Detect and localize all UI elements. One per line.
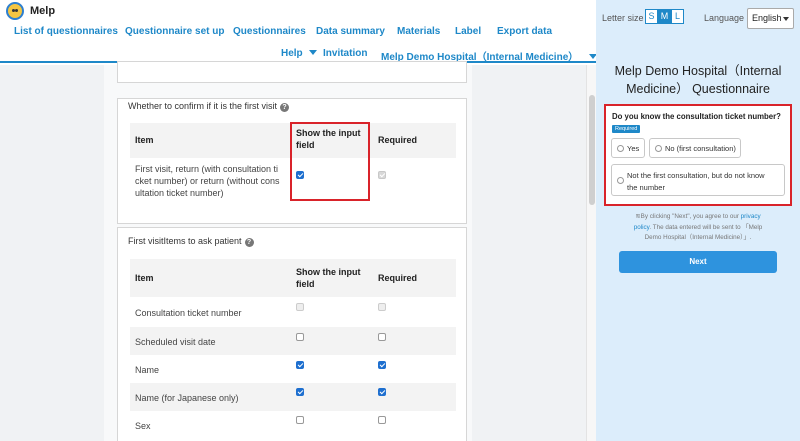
nav-questionnaires[interactable]: Questionnaires xyxy=(233,26,306,37)
chevron-down-icon xyxy=(589,54,596,59)
questionnaire-preview: Letter size S M L Language English Melp … xyxy=(596,0,800,441)
row-label: Sex xyxy=(135,421,151,431)
required-checkbox[interactable] xyxy=(378,361,386,369)
col-required-header: Required xyxy=(378,135,418,145)
settings-content: Whether to confirm if it is the first vi… xyxy=(104,61,472,441)
first-visit-row-label: First visit, return (with consultation t… xyxy=(135,163,280,199)
brand-name: Melp xyxy=(30,5,56,17)
language-value: English xyxy=(752,13,782,23)
row-label: Consultation ticket number xyxy=(135,308,242,318)
first-visit-row-label-line1: First visit, return (with consultation t… xyxy=(135,164,279,174)
required-checkbox xyxy=(378,171,386,179)
show-input-checkbox[interactable] xyxy=(296,416,304,424)
patient-items-card: First visitItems to ask patient? Item Sh… xyxy=(117,227,467,441)
nav-materials[interactable]: Materials xyxy=(397,26,440,37)
scrollbar[interactable] xyxy=(586,65,596,441)
first-visit-title-text: Whether to confirm if it is the first vi… xyxy=(128,101,278,111)
help-icon[interactable]: ? xyxy=(244,238,254,247)
nav-help-label: Help xyxy=(281,48,303,59)
preview-title-line1: Melp Demo Hospital（Internal xyxy=(614,64,782,78)
letter-size-label: Letter size xyxy=(602,13,644,23)
scrollbar-thumb[interactable] xyxy=(589,95,595,205)
row-label: Name (for Japanese only) xyxy=(135,393,239,403)
privacy-policy-link[interactable]: privacy xyxy=(741,213,761,220)
privacy-policy-link-cont[interactable]: policy xyxy=(634,224,650,231)
nav-export-data[interactable]: Export data xyxy=(497,26,552,37)
top-navigation-bar: Melp List of questionnaires Questionnair… xyxy=(0,0,596,63)
consent-line3: Demo Hospital（Internal Medicine）」. xyxy=(644,234,752,241)
required-badge: Required xyxy=(612,125,641,133)
melp-logo-icon xyxy=(6,2,24,20)
consent-line2: . The data entered will be sent to 「Melp xyxy=(649,223,763,231)
preview-title: Melp Demo Hospital（Internal Medicine） Qu… xyxy=(604,62,792,98)
patient-items-title-text: First visitItems to ask patient xyxy=(128,236,242,246)
option-not-first-unknown-number[interactable]: Not the first consultation, but do not k… xyxy=(611,164,785,196)
option-no-first-consultation[interactable]: No (first consultation) xyxy=(649,138,741,158)
row-label: Name xyxy=(135,365,160,375)
show-input-checkbox xyxy=(296,303,304,311)
option-not-first-label-line1: Not the first consultation, but do not k… xyxy=(627,171,765,180)
preview-title-line2: Medicine） Questionnaire xyxy=(626,82,770,96)
show-input-checkbox[interactable] xyxy=(296,333,304,341)
first-visit-row-label-line2: cket number) or return (without cons xyxy=(135,176,280,186)
nav-invitation[interactable]: Invitation xyxy=(323,48,367,59)
required-checkbox[interactable] xyxy=(378,416,386,424)
radio-icon xyxy=(617,145,624,152)
preview-toolbar: Letter size S M L Language English xyxy=(596,0,800,34)
first-visit-row-label-line3: ultation ticket number) xyxy=(135,188,224,198)
first-visit-card: Whether to confirm if it is the first vi… xyxy=(117,98,467,224)
size-large-button[interactable]: L xyxy=(671,9,684,24)
brand[interactable]: Melp xyxy=(6,2,55,20)
help-icon[interactable]: ? xyxy=(280,103,290,112)
col-required-header: Required xyxy=(378,273,418,283)
col-item-header: Item xyxy=(135,135,154,145)
question-box: Do you know the consultation ticket numb… xyxy=(604,104,792,206)
option-yes-label: Yes xyxy=(627,144,640,153)
show-input-checkbox[interactable] xyxy=(296,388,304,396)
first-visit-card-title: Whether to confirm if it is the first vi… xyxy=(128,101,290,112)
col-item-header: Item xyxy=(135,273,154,283)
language-select[interactable]: English xyxy=(747,8,794,29)
question-text: Do you know the consultation ticket numb… xyxy=(612,112,781,121)
settings-scroll-panel[interactable]: Whether to confirm if it is the first vi… xyxy=(0,61,586,441)
main-area: Whether to confirm if it is the first vi… xyxy=(0,61,596,441)
required-checkbox[interactable] xyxy=(378,388,386,396)
option-not-first-label-line2: the number xyxy=(627,183,665,192)
nav-questionnaire-setup[interactable]: Questionnaire set up xyxy=(125,26,224,37)
table-row: Name (for Japanese only) xyxy=(130,383,456,411)
row-label: Scheduled visit date xyxy=(135,337,216,347)
nav-list-of-questionnaires[interactable]: List of questionnaires xyxy=(14,26,118,37)
nav-data-summary[interactable]: Data summary xyxy=(316,26,385,37)
col-show-header-line1: Show the input xyxy=(296,267,361,277)
radio-icon xyxy=(655,145,662,152)
previous-settings-card xyxy=(117,61,467,83)
show-input-checkbox[interactable] xyxy=(296,361,304,369)
chevron-down-icon xyxy=(308,50,317,55)
option-yes[interactable]: Yes xyxy=(611,138,645,158)
nav-help-dropdown[interactable]: Help xyxy=(281,48,317,59)
option-no-label: No (first consultation) xyxy=(665,144,736,153)
col-show-header-line2: field xyxy=(296,279,315,289)
admin-app: Melp List of questionnaires Questionnair… xyxy=(0,0,596,441)
radio-icon xyxy=(617,177,624,184)
table-row: Scheduled visit date xyxy=(130,327,456,355)
required-checkbox[interactable] xyxy=(378,333,386,341)
table-row: Consultation ticket number xyxy=(130,297,456,327)
chevron-down-icon xyxy=(783,17,789,21)
consent-pre: ≋By clicking "Next", you agree to our xyxy=(635,213,741,220)
size-small-button[interactable]: S xyxy=(645,9,658,24)
patient-items-card-title: First visitItems to ask patient? xyxy=(128,236,254,247)
show-input-highlight-box xyxy=(290,122,370,201)
patient-items-table: Item Show the input field Required Consu… xyxy=(130,259,456,441)
required-checkbox xyxy=(378,303,386,311)
next-button[interactable]: Next xyxy=(619,251,777,273)
language-label: Language xyxy=(704,13,745,23)
size-medium-button[interactable]: M xyxy=(658,9,671,24)
table-row: Sex xyxy=(130,411,456,439)
consent-text: ≋By clicking "Next", you agree to our pr… xyxy=(610,212,786,244)
option-not-first-label: Not the first consultation, but do not k… xyxy=(627,170,765,194)
nav-label[interactable]: Label xyxy=(455,26,481,37)
table-row: Name xyxy=(130,355,456,383)
